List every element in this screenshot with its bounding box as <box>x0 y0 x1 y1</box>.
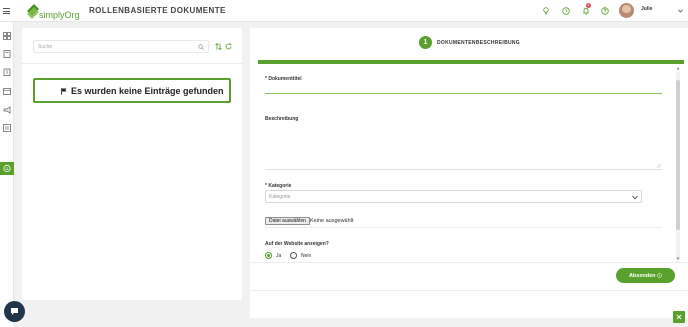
user-name[interactable]: Julie <box>641 6 652 12</box>
megaphone-icon[interactable] <box>3 106 11 114</box>
document-title-input[interactable] <box>265 75 662 94</box>
close-icon <box>676 314 682 320</box>
file-status: Keine ausgewählt <box>310 218 354 224</box>
divider <box>250 262 688 263</box>
category-placeholder: Kategorie <box>269 194 291 200</box>
chevron-down-icon[interactable] <box>678 9 683 13</box>
list-icon[interactable] <box>3 124 11 132</box>
search-box <box>33 40 209 53</box>
divider <box>250 290 688 291</box>
empty-state-message: Es wurden keine Einträge gefunden <box>71 86 224 96</box>
radio-yes-label[interactable]: Ja <box>276 253 281 259</box>
empty-state-box: Es wurden keine Einträge gefunden <box>33 78 231 103</box>
divider <box>22 63 242 64</box>
resize-grip-icon[interactable] <box>656 163 661 168</box>
calendar-icon[interactable] <box>3 87 11 95</box>
sort-icon[interactable] <box>215 43 222 50</box>
website-label: Auf der Website anzeigen? <box>265 241 329 247</box>
help-icon[interactable] <box>601 7 609 15</box>
close-panel-button[interactable] <box>673 311 685 323</box>
notification-badge: 1 <box>586 3 591 8</box>
step-number: 1 <box>419 36 432 49</box>
scroll-down-icon[interactable] <box>676 256 680 261</box>
document-list-panel: Es wurden keine Einträge gefunden <box>22 28 242 300</box>
scroll-up-icon[interactable] <box>676 66 680 71</box>
page-title: ROLLENBASIERTE DOKUMENTE <box>89 6 226 15</box>
submit-label: Absenden <box>628 272 656 279</box>
building-icon[interactable] <box>3 68 11 76</box>
submit-button[interactable]: Absenden <box>616 268 675 283</box>
choose-file-button[interactable]: Datei auswählen <box>265 217 310 225</box>
radio-yes[interactable] <box>265 252 272 259</box>
top-header: simplyOrg ROLLENBASIERTE DOKUMENTE 1 Jul… <box>0 0 688 22</box>
description-textarea[interactable] <box>265 116 662 170</box>
dashboard-icon[interactable] <box>3 32 11 40</box>
required-mark: * <box>265 183 267 189</box>
chat-widget[interactable] <box>4 301 25 322</box>
search-input[interactable] <box>38 42 188 52</box>
documents-icon <box>3 164 11 173</box>
arrow-right-circle-icon <box>657 272 662 278</box>
menu-icon[interactable] <box>3 8 10 14</box>
search-icon[interactable] <box>198 44 204 50</box>
category-label-text: Kategorie <box>268 183 292 189</box>
form-scrollbar[interactable] <box>676 72 680 262</box>
avatar[interactable] <box>619 3 634 18</box>
book-icon[interactable] <box>3 50 11 58</box>
chat-icon <box>11 308 18 315</box>
lightbulb-icon[interactable] <box>542 7 550 15</box>
divider <box>265 227 662 228</box>
step-label: DOKUMENTENBESCHREIBUNG <box>437 40 520 46</box>
bell-icon[interactable] <box>582 7 590 15</box>
category-select[interactable]: Kategorie <box>265 190 642 203</box>
category-label: * Kategorie <box>265 183 291 189</box>
logo-text: simplyOrg <box>39 10 80 20</box>
sidebar-rail <box>0 22 14 327</box>
clock-icon[interactable] <box>562 7 570 15</box>
step-progress-bar <box>258 60 684 64</box>
radio-no-label[interactable]: Nein <box>301 253 311 259</box>
scrollbar-thumb[interactable] <box>676 80 680 230</box>
chevron-down-icon <box>632 195 638 200</box>
refresh-icon[interactable] <box>225 43 232 50</box>
flag-icon <box>61 88 67 95</box>
sidebar-item-documents[interactable] <box>0 162 14 175</box>
document-form-panel: 1 DOKUMENTENBESCHREIBUNG * Dokumenttitel… <box>250 28 688 318</box>
radio-no[interactable] <box>290 252 297 259</box>
